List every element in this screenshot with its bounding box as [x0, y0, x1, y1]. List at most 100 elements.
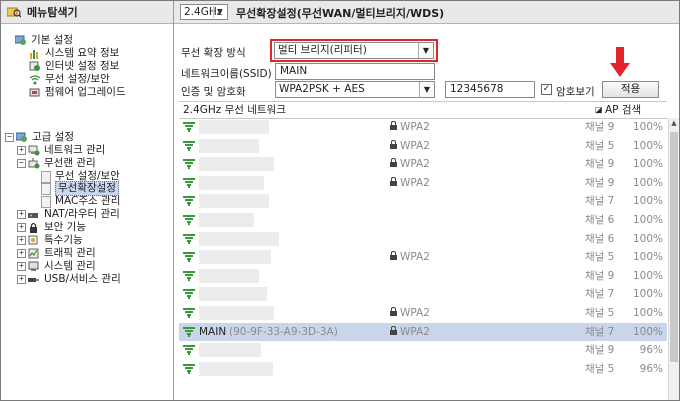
tree-basic-settings[interactable]: 기본 설정 — [15, 34, 73, 47]
network-row[interactable]: WPA2 채널 5 100% — [179, 248, 667, 266]
tree-item-wireless-extension[interactable]: 무선확장설정 — [41, 181, 119, 196]
tree-item-security[interactable]: + 보안 기능 — [17, 221, 86, 234]
network-icon — [28, 145, 40, 156]
menu-explorer-title: 메뉴탐색기 — [27, 6, 78, 19]
network-list: WPA2 채널 9 100% WPA2 채널 5 100% WPA2 채널 9 100% WPA2… — [179, 118, 667, 400]
show-password-checkbox[interactable]: ✓ — [541, 84, 552, 95]
content-pane: 2.4GHz ▼ 무선확장설정(무선WAN/멀티브리지/WDS) 무선 확장 방… — [174, 1, 679, 400]
expand-icon[interactable]: + — [17, 275, 26, 284]
list-scrollbar[interactable]: ▲ — [668, 118, 679, 400]
network-security: WPA2 — [400, 251, 430, 264]
tree-item-wireless[interactable]: − 무선랜 관리 — [17, 157, 96, 170]
network-row[interactable]: WPA2 채널 5 100% — [179, 137, 667, 155]
router-icon — [28, 213, 38, 218]
expand-icon[interactable]: + — [17, 249, 26, 258]
page-title: 무선확장설정(무선WAN/멀티브리지/WDS) — [236, 7, 445, 20]
tree-advanced-label: 고급 설정 — [32, 131, 74, 143]
network-row[interactable]: 채널 6 100% — [179, 230, 667, 248]
password-input[interactable]: 12345678 — [445, 81, 535, 98]
tree-advanced-settings[interactable]: − 고급 설정 — [5, 131, 74, 144]
network-row[interactable]: 채널 5 96% — [179, 360, 667, 378]
lock-icon — [30, 222, 37, 233]
redacted-ssid — [199, 175, 264, 190]
network-row[interactable]: 채널 7 100% — [179, 192, 667, 210]
page-icon — [41, 170, 51, 183]
expand-icon[interactable]: + — [17, 210, 26, 219]
tree-item-special[interactable]: + 특수기능 — [17, 234, 83, 247]
network-row[interactable]: 채널 9 100% — [179, 267, 667, 285]
tree-item-traffic[interactable]: + 트래픽 관리 — [17, 247, 96, 260]
expand-icon[interactable]: + — [17, 236, 26, 245]
settings-folder-icon — [16, 132, 27, 142]
network-row[interactable]: WPA2 채널 5 100% — [179, 304, 667, 322]
chevron-down-icon: ▼ — [418, 43, 433, 58]
tree-item-label: 무선랜 관리 — [44, 157, 96, 169]
network-row[interactable]: MAIN (90-9F-33-A9-3D-3A) WPA2 채널 7 100% — [179, 322, 667, 341]
apply-button[interactable]: 적용 — [602, 81, 659, 98]
ap-scan-link[interactable]: AP 검색 — [605, 102, 641, 118]
ssid-input[interactable]: MAIN — [275, 63, 435, 80]
tree-item-wireless-security[interactable]: 무선 설정/보안 — [29, 73, 110, 86]
show-password-label: 암호보기 — [556, 86, 595, 98]
tree-item-mac-management[interactable]: MAC주소 관리 — [41, 195, 120, 208]
network-signal: 100% — [632, 121, 663, 133]
tree-item-label: 인터넷 설정 정보 — [45, 60, 120, 72]
network-row[interactable]: WPA2 채널 9 100% — [179, 155, 667, 173]
wifi-signal-icon — [183, 270, 195, 281]
scroll-thumb[interactable] — [670, 132, 678, 362]
tree-item-firmware-upgrade[interactable]: 펌웨어 업그레이드 — [29, 86, 126, 99]
redacted-ssid — [199, 287, 267, 302]
wifi-signal-icon — [183, 363, 195, 374]
network-row[interactable]: 채널 7 100% — [179, 285, 667, 303]
expand-icon[interactable]: + — [17, 146, 26, 155]
lock-icon — [390, 251, 397, 261]
tree-item-usb[interactable]: + USB/서비스 관리 — [17, 273, 121, 286]
network-security: WPA2 — [400, 121, 430, 133]
chevron-down-icon: ▼ — [213, 6, 226, 18]
network-row[interactable]: WPA2 채널 9 100% — [179, 174, 667, 192]
chart-icon — [30, 50, 38, 59]
network-channel: 채널 6 — [585, 232, 615, 245]
network-row[interactable]: 채널 9 96% — [179, 341, 667, 359]
network-channel: 채널 7 — [585, 195, 615, 208]
tree-item-system-summary[interactable]: 시스템 요약 정보 — [29, 47, 119, 60]
tree-item-label-selected: 무선확장설정 — [55, 181, 119, 196]
network-row[interactable]: WPA2 채널 9 100% — [179, 118, 667, 136]
scroll-up-icon[interactable]: ▲ — [670, 118, 678, 128]
network-signal: 96% — [639, 362, 663, 375]
lock-icon — [390, 176, 397, 187]
auth-select[interactable]: WPA2PSK + AES ▼ — [275, 81, 435, 98]
mode-select[interactable]: 멀티 브리지(리피터) ▼ — [274, 42, 434, 59]
network-channel: 채널 6 — [585, 214, 615, 226]
network-channel: 채널 9 — [585, 121, 615, 133]
network-channel: 채널 5 — [585, 251, 615, 264]
collapse-icon[interactable]: − — [5, 133, 14, 142]
wireless-settings-icon — [29, 75, 41, 85]
auth-label: 인증 및 암호화 — [181, 86, 246, 98]
wifi-signal-icon — [183, 122, 195, 132]
tree-item-system[interactable]: + 시스템 관리 — [17, 260, 96, 273]
wifi-signal-icon — [183, 252, 195, 263]
tree-item-label: 보안 기능 — [44, 221, 86, 233]
tree-item-internet-settings[interactable]: 인터넷 설정 정보 — [29, 60, 119, 73]
band-select[interactable]: 2.4GHz ▼ — [180, 4, 228, 20]
expand-icon[interactable]: + — [17, 223, 26, 232]
network-channel: 채널 9 — [585, 176, 615, 189]
expand-icon[interactable]: + — [17, 262, 26, 271]
tree-item-nat[interactable]: + NAT/라우터 관리 — [17, 208, 120, 221]
network-row[interactable]: 채널 6 100% — [179, 211, 667, 229]
network-settings-icon — [29, 61, 40, 71]
wifi-signal-icon — [183, 159, 195, 170]
tree-item-network[interactable]: + 네트워크 관리 — [17, 144, 105, 157]
usb-icon — [28, 278, 39, 282]
tree-item-label: 트래픽 관리 — [44, 247, 96, 259]
firmware-icon — [29, 88, 40, 97]
network-channel: 채널 7 — [585, 288, 615, 301]
redacted-ssid — [199, 138, 259, 153]
lock-icon — [390, 139, 397, 150]
collapse-icon[interactable]: − — [17, 159, 26, 168]
wifi-signal-icon — [183, 345, 195, 356]
network-signal: 100% — [632, 214, 663, 226]
network-signal: 100% — [632, 232, 663, 245]
network-channel: 채널 9 — [585, 158, 615, 171]
